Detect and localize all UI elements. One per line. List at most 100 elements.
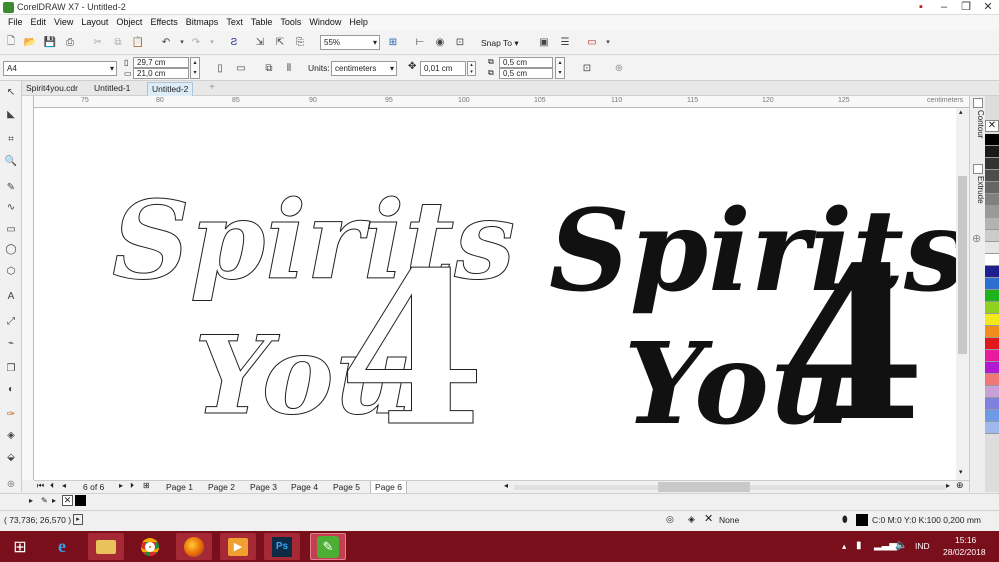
- artistic-media-tool-icon[interactable]: ∿: [3, 199, 19, 216]
- page-height-input[interactable]: 21,0 cm: [133, 68, 189, 79]
- start-button[interactable]: ⊞: [2, 533, 38, 560]
- show-rulers-icon[interactable]: ⊢: [412, 34, 428, 50]
- coreldraw-taskbar-button[interactable]: ✎: [310, 533, 346, 560]
- outline-pen-icon[interactable]: ⬮: [842, 514, 848, 525]
- options-icon[interactable]: ☰: [557, 34, 573, 50]
- first-page-button[interactable]: ⏴: [50, 481, 54, 491]
- docker-tab-contour[interactable]: Contour: [971, 110, 985, 150]
- menu-file[interactable]: File: [4, 15, 27, 31]
- palette-swatch[interactable]: [985, 242, 999, 254]
- menu-bitmaps[interactable]: Bitmaps: [182, 15, 223, 31]
- filled-digit-4[interactable]: 4: [779, 221, 925, 468]
- tab-untitled-1[interactable]: Untitled-1: [90, 82, 134, 96]
- palette-expand-icon[interactable]: ▸: [52, 496, 56, 505]
- drop-shadow-tool-icon[interactable]: ❐: [3, 360, 19, 377]
- photoshop-button[interactable]: Ps: [264, 533, 300, 560]
- palette-swatch[interactable]: [985, 302, 999, 314]
- palette-swatch[interactable]: [985, 374, 999, 386]
- scroll-down-icon[interactable]: ▾: [959, 468, 963, 476]
- palette-swatch[interactable]: [985, 146, 999, 158]
- palette-swatch[interactable]: [985, 290, 999, 302]
- palette-swatch[interactable]: [985, 206, 999, 218]
- quick-customize-icon[interactable]: ⊕: [611, 60, 627, 76]
- menu-help[interactable]: Help: [345, 15, 372, 31]
- palette-swatch[interactable]: [985, 170, 999, 182]
- page-tab-5[interactable]: Page 5: [329, 481, 364, 493]
- palette-menu-icon[interactable]: ▸: [29, 496, 33, 505]
- palette-swatch[interactable]: [985, 398, 999, 410]
- page-width-input[interactable]: 29,7 cm: [133, 57, 189, 68]
- menu-text[interactable]: Text: [222, 15, 247, 31]
- scroll-right-icon[interactable]: ▸: [946, 481, 950, 490]
- copy-icon[interactable]: ⧉: [110, 34, 126, 50]
- chrome-button[interactable]: [132, 533, 168, 560]
- file-explorer-button[interactable]: [88, 533, 124, 560]
- palette-swatch[interactable]: [985, 338, 999, 350]
- size-spinner[interactable]: ▴ ▾: [190, 57, 200, 79]
- palette-swatch[interactable]: [985, 182, 999, 194]
- freehand-tool-icon[interactable]: ✎: [3, 179, 19, 196]
- zoom-level-select[interactable]: 55% ▾: [320, 35, 380, 50]
- color-eyedropper-icon[interactable]: ✎: [41, 496, 48, 505]
- internet-explorer-button[interactable]: e: [44, 533, 80, 560]
- volume-icon[interactable]: 🔈: [895, 540, 907, 551]
- last-page-button[interactable]: ⏵: [130, 481, 134, 491]
- snap-to-dropdown[interactable]: Snap To ▾: [481, 38, 519, 49]
- menu-view[interactable]: View: [50, 15, 77, 31]
- page-tab-4[interactable]: Page 4: [287, 481, 322, 493]
- menu-table[interactable]: Table: [247, 15, 277, 31]
- palette-swatch[interactable]: [985, 194, 999, 206]
- media-player-button[interactable]: ▶: [220, 533, 256, 560]
- cut-icon[interactable]: ✂: [90, 34, 106, 50]
- polygon-tool-icon[interactable]: ⬡: [3, 263, 19, 280]
- palette-swatch[interactable]: [985, 326, 999, 338]
- palette-swatch[interactable]: [985, 410, 999, 422]
- welcome-screen-icon[interactable]: ▣: [536, 34, 552, 50]
- menu-layout[interactable]: Layout: [77, 15, 112, 31]
- ellipse-tool-icon[interactable]: ◯: [3, 241, 19, 258]
- palette-swatch[interactable]: [985, 230, 999, 242]
- palette-swatch[interactable]: [985, 362, 999, 374]
- nudge-spinner[interactable]: ▴ ▾: [467, 61, 476, 76]
- fill-bucket-icon[interactable]: ◈: [688, 514, 695, 525]
- save-icon[interactable]: 💾: [42, 34, 58, 50]
- clock-time[interactable]: 15:16: [955, 535, 976, 545]
- vertical-scroll-thumb[interactable]: [958, 176, 967, 354]
- close-button[interactable]: ✕: [977, 0, 999, 15]
- restore-button[interactable]: ❐: [955, 0, 977, 15]
- redo-icon[interactable]: ↷: [188, 34, 204, 50]
- next-page-button[interactable]: ▸: [119, 481, 123, 490]
- redo-dropdown-icon[interactable]: ▾: [204, 34, 220, 50]
- interactive-fill-tool-icon[interactable]: ◈: [3, 427, 19, 444]
- publish-pdf-icon[interactable]: ⎘: [292, 34, 308, 50]
- palette-swatch[interactable]: [985, 278, 999, 290]
- first-page-icon[interactable]: ⏮: [37, 481, 44, 491]
- show-grid-icon[interactable]: ◉: [432, 34, 448, 50]
- navigator-icon[interactable]: ⊕: [956, 480, 964, 491]
- undo-icon[interactable]: ↶: [158, 34, 174, 50]
- network-icon[interactable]: ▮: [856, 540, 862, 551]
- import-icon[interactable]: ⇲: [252, 34, 268, 50]
- menu-edit[interactable]: Edit: [27, 15, 51, 31]
- horizontal-scroll-thumb[interactable]: [658, 482, 750, 492]
- zoom-tool-icon[interactable]: 🔍: [3, 153, 19, 170]
- tray-expand-icon[interactable]: ▴: [842, 541, 846, 552]
- smart-fill-tool-icon[interactable]: ⬙: [3, 449, 19, 466]
- clock-date[interactable]: 28/02/2018: [943, 547, 986, 557]
- search-content-icon[interactable]: Ƨ: [226, 34, 242, 50]
- black-doc-swatch[interactable]: [75, 495, 86, 506]
- text-tool-icon[interactable]: A: [3, 288, 19, 305]
- current-page-icon[interactable]: ⫴: [281, 60, 297, 76]
- pick-tool-icon[interactable]: ↖: [3, 84, 19, 101]
- shape-tool-icon[interactable]: ◣: [3, 106, 19, 123]
- launcher-dropdown-icon[interactable]: ▾: [600, 34, 616, 50]
- palette-swatch[interactable]: [985, 266, 999, 278]
- app-badge-icon[interactable]: ▪: [910, 0, 932, 15]
- new-document-icon[interactable]: 🗋: [3, 34, 19, 50]
- page-tab-2[interactable]: Page 2: [204, 481, 239, 493]
- tab-spirit4you[interactable]: Spirit4you.cdr: [22, 82, 82, 96]
- prev-page-button[interactable]: ◂: [62, 481, 66, 490]
- export-icon[interactable]: ⇱: [272, 34, 288, 50]
- no-color-doc-swatch[interactable]: ✕: [62, 495, 73, 506]
- status-expand-icon[interactable]: ▸: [73, 514, 83, 525]
